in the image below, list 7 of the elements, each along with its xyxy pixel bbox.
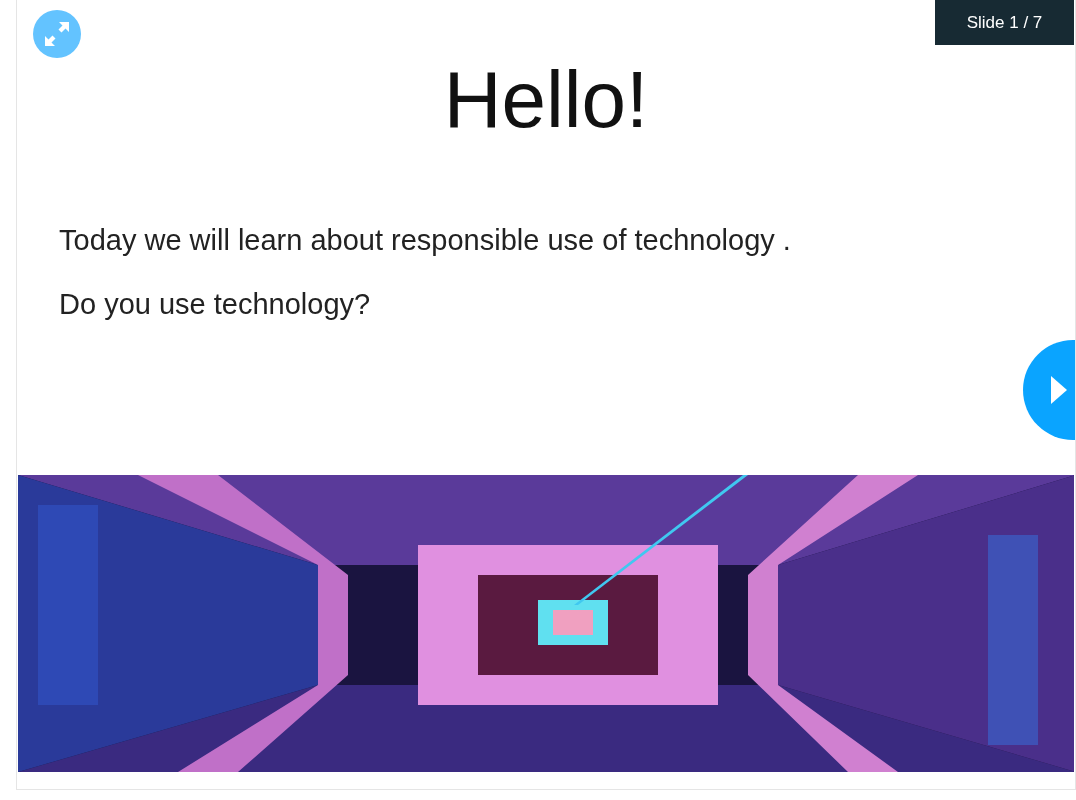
slide-paragraph: Today we will learn about responsible use of technology . <box>59 223 792 257</box>
slide-title: Hello! <box>443 55 649 145</box>
fullscreen-button[interactable] <box>33 10 81 58</box>
play-icon <box>1051 376 1067 404</box>
expand-icon <box>42 19 72 49</box>
slide-paragraph: Do you use technology? <box>59 287 372 321</box>
slide-counter: Slide 1 / 7 <box>935 0 1074 45</box>
